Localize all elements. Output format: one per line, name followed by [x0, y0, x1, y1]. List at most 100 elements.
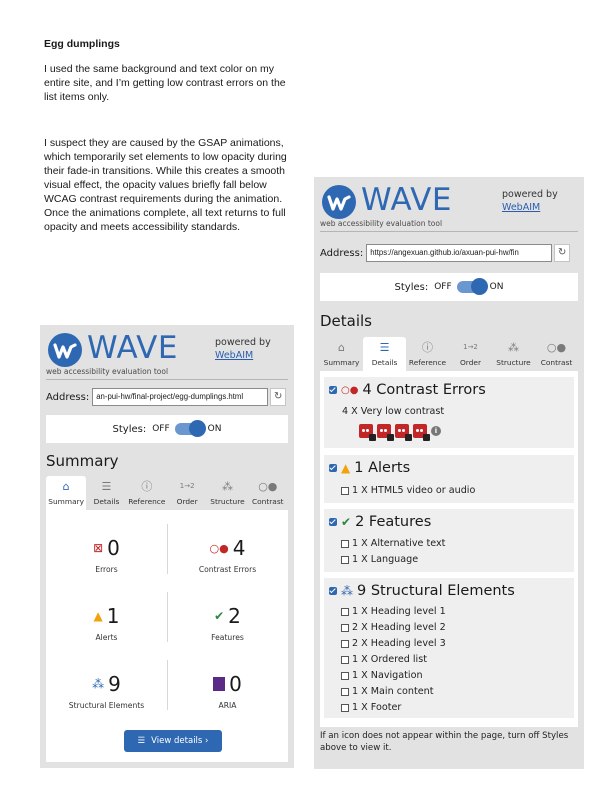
tab-summary[interactable]: ⌂ Summary	[46, 476, 87, 510]
list-item[interactable]: 1 X Footer	[341, 702, 401, 713]
styles-toggle[interactable]	[456, 278, 488, 295]
item-checkbox[interactable]	[341, 623, 349, 632]
list-item[interactable]: 1 X Main content	[341, 686, 433, 697]
summary-errors[interactable]: ⊠ 0 Errors	[46, 536, 167, 574]
features-label: Features	[211, 633, 244, 642]
details-body: ○● 4 Contrast Errors 4 X Very low contra…	[320, 371, 578, 727]
features-checkbox[interactable]	[329, 518, 337, 526]
list-item[interactable]: 1 X HTML5 video or audio	[341, 485, 475, 496]
tab-structure[interactable]: ⁂ Structure	[492, 337, 535, 371]
contrast-errors-group: ○● 4 Contrast Errors 4 X Very low contra…	[324, 377, 574, 448]
contrast-error-icons: i	[359, 424, 441, 441]
item-checkbox[interactable]	[341, 539, 349, 548]
styles-toggle-row: Styles: OFF ON	[320, 273, 578, 301]
tab-label: Order	[459, 358, 481, 367]
tab-contrast[interactable]: ○● Contrast	[535, 337, 578, 371]
contrast-error-icon[interactable]	[413, 424, 430, 441]
tab-details[interactable]: ☰ Details	[363, 337, 406, 371]
list-item[interactable]: 1 X Language	[341, 554, 418, 565]
list-item[interactable]: 2 X Heading level 3	[341, 638, 446, 649]
alert-icon: ▲	[341, 461, 351, 475]
contrast-icon: ○●	[258, 480, 278, 493]
address-bar: Address: an-pui-hw/final-project/egg-dum…	[46, 387, 287, 407]
list-item[interactable]: 1 X Ordered list	[341, 654, 427, 665]
header-divider	[320, 231, 578, 232]
aria-count: 0	[229, 672, 242, 696]
item-checkbox[interactable]	[341, 639, 349, 648]
styles-label: Styles:	[112, 423, 147, 435]
list-item[interactable]: 1 X Heading level 1	[341, 606, 446, 617]
toggle-knob	[470, 278, 488, 295]
tab-reference[interactable]: ⓘ Reference	[406, 337, 449, 371]
powered-by-label: powered by	[215, 337, 271, 348]
summary-features[interactable]: ✔ 2 Features	[167, 604, 288, 642]
tab-label: Summary	[48, 497, 85, 506]
view-details-button[interactable]: ☰ View details ›	[124, 730, 222, 752]
contrast-errors-title: 4 Contrast Errors	[362, 382, 486, 398]
item-checkbox[interactable]	[341, 687, 349, 696]
tab-label: Reference	[408, 358, 447, 367]
aria-icon	[213, 677, 226, 691]
wave-subtitle: web accessibility evaluation tool	[320, 219, 443, 228]
tab-structure[interactable]: ⁂ Structure	[207, 476, 247, 510]
alerts-count: 1	[106, 604, 120, 628]
powered-by-label: powered by	[502, 189, 558, 200]
summary-contrast-errors[interactable]: ○● 4 Contrast Errors	[167, 536, 288, 574]
item-label: 1 X Heading level 1	[352, 606, 446, 617]
alerts-label: Alerts	[95, 633, 118, 642]
tab-order[interactable]: 1→2 Order	[449, 337, 492, 371]
item-checkbox[interactable]	[341, 607, 349, 616]
refresh-icon[interactable]: ↻	[554, 244, 571, 262]
errors-label: Errors	[95, 565, 118, 574]
order-icon: 1→2	[463, 343, 478, 351]
styles-toggle[interactable]	[174, 420, 206, 437]
info-icon: ⓘ	[422, 341, 433, 354]
tab-summary[interactable]: ⌂ Summary	[320, 337, 363, 371]
tab-contrast[interactable]: ○● Contrast	[248, 476, 288, 510]
tab-label: Structure	[210, 497, 245, 506]
item-checkbox[interactable]	[341, 655, 349, 664]
item-label: 1 X Footer	[352, 702, 402, 713]
list-item[interactable]: 1 X Alternative text	[341, 538, 445, 549]
refresh-icon[interactable]: ↻	[270, 388, 287, 406]
tab-label: Order	[176, 497, 198, 506]
item-checkbox[interactable]	[341, 486, 349, 495]
section-title: Details	[320, 312, 373, 330]
tab-label: Structure	[496, 358, 531, 367]
list-item[interactable]: 1 X Navigation	[341, 670, 423, 681]
webaim-link[interactable]: WebAIM	[502, 202, 558, 213]
item-checkbox[interactable]	[341, 703, 349, 712]
structural-checkbox[interactable]	[329, 587, 337, 595]
wave-panel-details: WAVE web accessibility evaluation tool p…	[314, 177, 584, 769]
tab-reference[interactable]: ⓘ Reference	[127, 476, 167, 510]
tab-label: Contrast	[540, 358, 573, 367]
wave-panel-summary: WAVE web accessibility evaluation tool p…	[40, 325, 294, 768]
document-paragraph-2: I suspect they are caused by the GSAP an…	[44, 137, 287, 233]
contrast-error-icon: ○●	[341, 384, 359, 396]
address-input[interactable]: an-pui-hw/final-project/egg-dumplings.ht…	[92, 388, 269, 406]
item-checkbox[interactable]	[341, 671, 349, 680]
address-input[interactable]: https://angexuan.github.io/axuan-pui-hw/…	[366, 244, 553, 262]
info-icon[interactable]: i	[431, 426, 441, 436]
home-icon: ⌂	[338, 341, 345, 354]
alerts-checkbox[interactable]	[329, 464, 337, 472]
webaim-link[interactable]: WebAIM	[215, 350, 271, 361]
contrast-errors-checkbox[interactable]	[329, 386, 337, 394]
contrast-error-icon[interactable]	[359, 424, 376, 441]
document-title: Egg dumplings	[44, 38, 120, 50]
contrast-error-icon[interactable]	[395, 424, 412, 441]
structure-icon: ⁂	[92, 677, 105, 691]
styles-off-label: OFF	[434, 282, 452, 292]
header-divider	[46, 379, 288, 380]
tab-details[interactable]: ☰ Details	[86, 476, 126, 510]
structural-heading: ⁂ 9 Structural Elements	[329, 583, 515, 599]
summary-alerts[interactable]: ▲ 1 Alerts	[46, 604, 167, 642]
summary-aria[interactable]: 0 ARIA	[167, 672, 288, 710]
list-item[interactable]: 2 X Heading level 2	[341, 622, 446, 633]
summary-structural[interactable]: ⁂ 9 Structural Elements	[46, 672, 167, 710]
tab-order[interactable]: 1→2 Order	[167, 476, 207, 510]
contrast-error-icon[interactable]	[377, 424, 394, 441]
tab-label: Details	[93, 497, 120, 506]
footer-note: If an icon does not appear within the pa…	[320, 731, 569, 753]
item-checkbox[interactable]	[341, 555, 349, 564]
